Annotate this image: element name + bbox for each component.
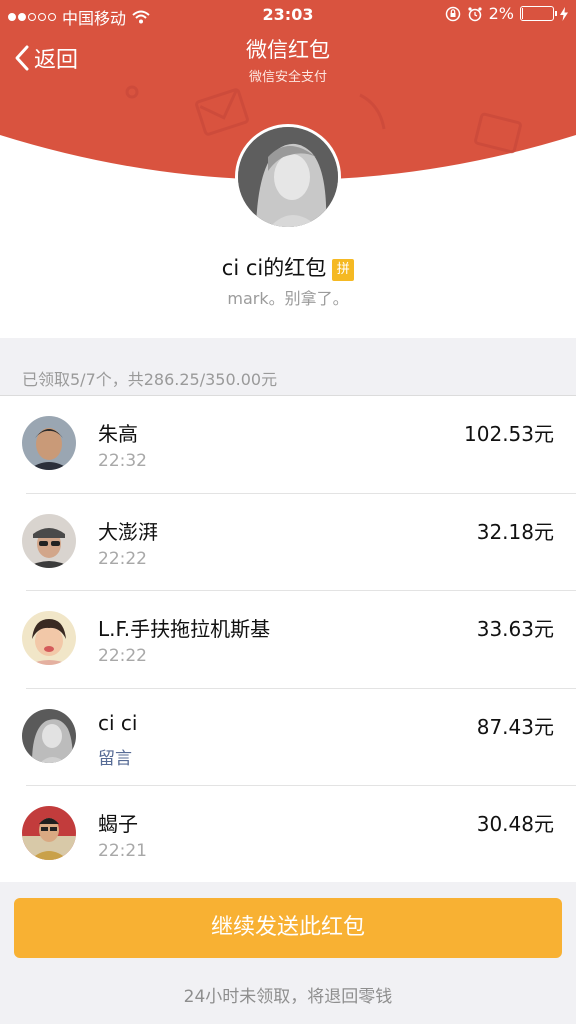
avatar	[22, 806, 76, 860]
charging-bolt-icon	[560, 6, 568, 21]
recipient-row[interactable]: 大澎湃 22:22 32.18元	[0, 494, 576, 592]
recipient-row[interactable]: 朱高 22:32 102.53元	[0, 396, 576, 494]
recipient-name: ci ci	[98, 710, 138, 735]
page-title: 微信红包	[246, 38, 330, 62]
group-packet-badge: 拼	[332, 259, 355, 281]
page-subtitle: 微信安全支付	[248, 70, 327, 85]
avatar	[22, 611, 76, 665]
sender-avatar	[235, 124, 341, 230]
claim-time: 22:21	[98, 841, 147, 861]
avatar	[22, 513, 76, 568]
recipient-list: 朱高 22:32 102.53元 大澎湃 22:22 32.18元 L.F.手扶…	[0, 396, 576, 884]
recipient-row[interactable]: L.F.手扶拖拉机斯基 22:22 33.63元	[0, 591, 576, 689]
recipient-row[interactable]: 蝎子 22:21 30.48元	[0, 786, 576, 884]
bottom-panel: 继续发送此红包 24小时未领取，将退回零钱	[0, 882, 576, 1024]
claim-amount: 32.18元	[476, 519, 554, 544]
status-bar: 中国移动 23:03 2%	[0, 0, 576, 30]
packet-sender: ci ci的红包拼	[0, 252, 576, 282]
resend-red-packet-button[interactable]: 继续发送此红包	[14, 898, 562, 958]
avatar	[22, 416, 76, 470]
battery-percent: 2%	[488, 4, 514, 23]
packet-message: mark。别拿了。	[227, 289, 349, 308]
claim-amount: 30.48元	[476, 812, 554, 836]
recipient-name: 朱高	[98, 422, 138, 446]
claim-amount: 33.63元	[476, 617, 554, 641]
recipient-row[interactable]: ci ci 留言 87.43元	[0, 689, 576, 787]
packet-sender-name: ci ci的红包	[221, 256, 327, 280]
recipient-name: 蝎子	[98, 812, 138, 836]
refund-notice: 24小时未领取，将退回零钱	[183, 987, 393, 1007]
status-right: 2%	[445, 4, 568, 23]
claim-time: 22:22	[98, 646, 147, 666]
claim-time: 22:22	[98, 548, 147, 569]
leave-message-link[interactable]: 留言	[98, 744, 132, 769]
claim-summary: 已领取5/7个，共286.25/350.00元	[22, 370, 278, 389]
claim-time: 22:32	[98, 451, 147, 471]
recipient-name: L.F.手扶拖拉机斯基	[98, 617, 271, 641]
claim-amount: 87.43元	[476, 714, 554, 739]
recipient-name: 大澎湃	[98, 519, 158, 544]
claim-amount: 102.53元	[464, 422, 554, 446]
avatar	[22, 708, 76, 763]
alarm-icon	[468, 6, 482, 21]
rotation-lock-icon	[445, 6, 460, 21]
summary-bar: 已领取5/7个，共286.25/350.00元	[0, 338, 576, 396]
battery-icon	[520, 6, 557, 21]
